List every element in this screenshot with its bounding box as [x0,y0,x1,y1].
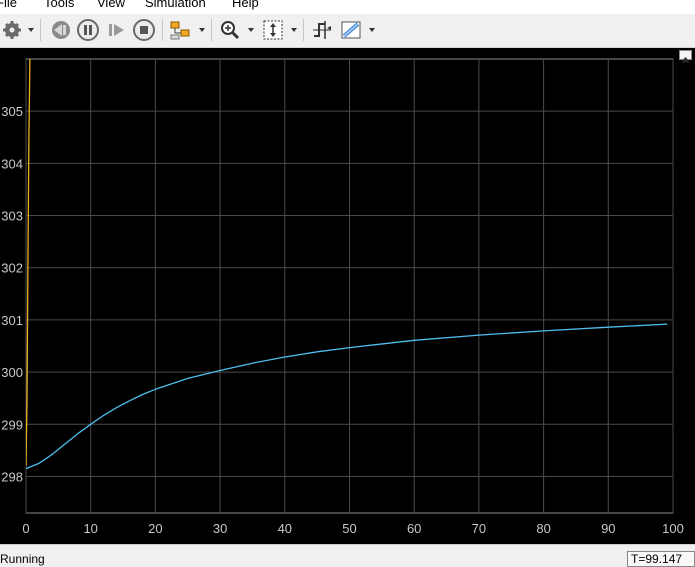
y-tick-label: 303 [1,209,23,224]
y-tick-label: 300 [1,365,23,380]
menu-file[interactable]: File [0,0,17,10]
step-back-icon[interactable] [48,18,72,42]
y-tick-label: 299 [1,417,23,432]
highlight-dropdown-icon[interactable] [199,28,205,32]
toolbar-separator [303,19,304,41]
x-tick-label: 80 [536,521,550,536]
x-tick-label: 60 [407,521,421,536]
toolbar-separator [40,19,41,41]
status-text: Running [0,552,45,566]
cursor-measurements-icon[interactable] [338,18,364,42]
x-tick-label: 10 [83,521,97,536]
x-tick-label: 90 [601,521,615,536]
toolbar-separator [162,19,163,41]
y-tick-label: 304 [1,156,23,171]
autoscale-icon[interactable] [260,18,286,42]
x-tick-label: 30 [213,521,227,536]
menu-bar: File Tools View Simulation Help [0,0,695,14]
settings-icon[interactable] [2,18,22,42]
menu-view[interactable]: View [97,0,125,10]
x-tick-label: 100 [662,521,684,536]
simulation-time: T=99.147 [627,551,695,567]
y-tick-label: 305 [1,104,23,119]
x-tick-label: 40 [278,521,292,536]
highlight-signal-icon[interactable] [168,18,194,42]
toolbar-separator [211,19,212,41]
stop-icon[interactable] [132,18,156,42]
menu-simulation[interactable]: Simulation [145,0,206,10]
y-tick-label: 302 [1,261,23,276]
pause-icon[interactable] [76,18,100,42]
measurements-dropdown-icon[interactable] [369,28,375,32]
scope-plot[interactable]: 0 10 20 30 40 50 60 70 80 90 100 298 299 300 301 302 303… [0,48,695,544]
x-tick-label: 20 [148,521,162,536]
series-line-2 [26,59,31,467]
autoscale-dropdown-icon[interactable] [291,28,297,32]
x-tick-label: 0 [22,521,29,536]
menu-help[interactable]: Help [232,0,259,10]
menu-tools[interactable]: Tools [44,0,74,10]
status-bar: Running T=99.147 [0,544,695,567]
y-tick-label: 298 [1,469,23,484]
x-tick-label: 50 [342,521,356,536]
zoom-dropdown-icon[interactable] [248,28,254,32]
zoom-icon[interactable] [218,18,242,42]
step-forward-icon[interactable] [104,18,128,42]
settings-dropdown-icon[interactable] [28,28,34,32]
scope-display: 0 10 20 30 40 50 60 70 80 90 100 298 299 300 301 302 303… [0,48,695,544]
series-line-1 [26,323,668,470]
toolbar [0,14,695,48]
restore-layout-button[interactable] [679,50,692,63]
arrow-up-icon [682,57,689,63]
x-tick-label: 70 [472,521,486,536]
triggers-icon[interactable] [310,18,334,42]
y-tick-label: 301 [1,313,23,328]
